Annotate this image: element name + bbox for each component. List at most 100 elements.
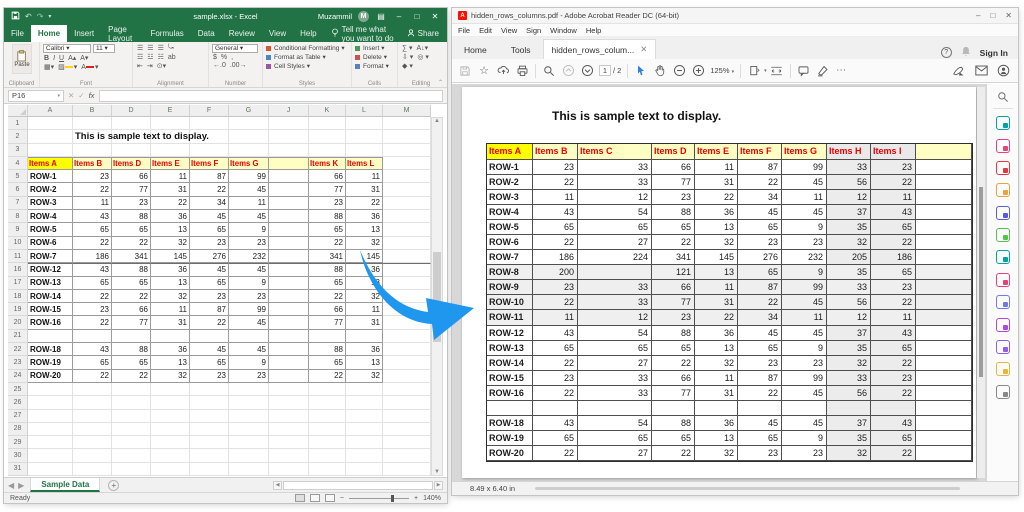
font-color-icon[interactable]: A▾ bbox=[80, 63, 99, 71]
excel-cell[interactable] bbox=[112, 449, 151, 462]
excel-data-cell[interactable]: 31 bbox=[151, 316, 190, 329]
excel-data-cell[interactable]: 36 bbox=[346, 210, 383, 223]
wrap-text-icon[interactable]: ab bbox=[167, 54, 177, 61]
row-number[interactable]: 2 bbox=[8, 130, 28, 143]
close-doc-tab-icon[interactable]: ✕ bbox=[640, 44, 647, 55]
excel-data-cell[interactable]: 13 bbox=[151, 277, 190, 290]
excel-cell[interactable] bbox=[383, 290, 431, 303]
excel-data-cell[interactable]: 22 bbox=[73, 237, 112, 250]
excel-data-cell[interactable]: 11 bbox=[229, 197, 269, 210]
excel-cell[interactable] bbox=[151, 330, 190, 343]
excel-cell[interactable] bbox=[383, 237, 431, 250]
excel-cell[interactable] bbox=[346, 436, 383, 449]
page-layout-view-icon[interactable] bbox=[310, 494, 320, 502]
decimal-decrease-icon[interactable]: .00→ bbox=[229, 62, 248, 69]
menu-view[interactable]: View bbox=[501, 26, 517, 35]
excel-cell[interactable] bbox=[229, 330, 269, 343]
excel-tab-file[interactable]: File bbox=[4, 25, 31, 42]
excel-row-label-cell[interactable]: ROW-1 bbox=[28, 170, 73, 183]
excel-data-cell[interactable]: 23 bbox=[190, 290, 229, 303]
excel-data-cell[interactable]: 13 bbox=[346, 356, 383, 369]
sign-pen-icon[interactable] bbox=[950, 62, 968, 79]
create-pdf-icon[interactable] bbox=[996, 139, 1010, 153]
menu-edit[interactable]: Edit bbox=[479, 26, 492, 35]
excel-tab-help[interactable]: Help bbox=[293, 25, 323, 42]
tab-home[interactable]: Home bbox=[452, 41, 499, 59]
excel-cell[interactable] bbox=[112, 144, 151, 157]
excel-cell[interactable] bbox=[346, 423, 383, 436]
row-number[interactable]: 8 bbox=[8, 210, 28, 223]
excel-cell[interactable] bbox=[383, 316, 431, 329]
excel-data-cell[interactable] bbox=[269, 316, 309, 329]
excel-tab-home[interactable]: Home bbox=[31, 25, 67, 42]
excel-cell[interactable] bbox=[151, 436, 190, 449]
format-as-table-button[interactable]: Format as Table ▾ bbox=[266, 53, 349, 61]
excel-data-cell[interactable]: 341 bbox=[112, 250, 151, 263]
split-pages-icon[interactable] bbox=[996, 385, 1010, 399]
excel-row-label-cell[interactable]: ROW-19 bbox=[28, 356, 73, 369]
excel-data-cell[interactable]: 36 bbox=[151, 343, 190, 356]
excel-data-cell[interactable]: 13 bbox=[151, 223, 190, 236]
excel-data-cell[interactable]: 11 bbox=[346, 303, 383, 316]
excel-cell[interactable] bbox=[383, 343, 431, 356]
organize-pages-icon[interactable] bbox=[996, 228, 1010, 242]
excel-data-cell[interactable]: 9 bbox=[229, 277, 269, 290]
bold-button[interactable]: B bbox=[43, 55, 50, 62]
column-header-E[interactable]: E bbox=[151, 105, 190, 117]
excel-data-cell[interactable]: 22 bbox=[73, 370, 112, 383]
column-header-B[interactable]: B bbox=[73, 105, 112, 117]
excel-data-cell[interactable] bbox=[269, 183, 309, 196]
excel-cell[interactable] bbox=[73, 449, 112, 462]
excel-data-cell[interactable] bbox=[269, 237, 309, 250]
excel-cell[interactable] bbox=[73, 463, 112, 476]
excel-cell[interactable] bbox=[112, 330, 151, 343]
excel-close-button[interactable]: ✕ bbox=[429, 12, 441, 21]
select-tool-icon[interactable] bbox=[632, 62, 650, 79]
excel-data-cell[interactable]: 88 bbox=[112, 263, 151, 276]
star-icon[interactable]: ☆ bbox=[475, 62, 493, 79]
excel-cell[interactable] bbox=[151, 144, 190, 157]
menu-sign[interactable]: Sign bbox=[526, 26, 541, 35]
row-number[interactable]: 3 bbox=[8, 144, 28, 157]
row-number[interactable]: 11 bbox=[8, 250, 28, 263]
action-wizard-icon[interactable] bbox=[996, 362, 1010, 376]
excel-data-cell[interactable]: 11 bbox=[151, 303, 190, 316]
font-grow-icon[interactable]: A▴ bbox=[67, 54, 77, 62]
excel-cell[interactable] bbox=[346, 396, 383, 409]
excel-cell[interactable] bbox=[383, 463, 431, 476]
format-cells-button[interactable]: Format ▾ bbox=[355, 62, 395, 70]
excel-data-cell[interactable]: 22 bbox=[73, 316, 112, 329]
excel-cell[interactable] bbox=[346, 130, 383, 143]
excel-cell[interactable] bbox=[28, 449, 73, 462]
excel-cell[interactable] bbox=[383, 436, 431, 449]
excel-row-label-cell[interactable]: ROW-16 bbox=[28, 316, 73, 329]
excel-tab-review[interactable]: Review bbox=[222, 25, 262, 42]
excel-data-cell[interactable]: 23 bbox=[190, 237, 229, 250]
excel-cell[interactable] bbox=[346, 144, 383, 157]
excel-data-cell[interactable]: 36 bbox=[346, 343, 383, 356]
excel-data-cell[interactable] bbox=[269, 290, 309, 303]
excel-cell[interactable] bbox=[383, 223, 431, 236]
excel-data-cell[interactable]: 22 bbox=[190, 183, 229, 196]
excel-data-cell[interactable]: 45 bbox=[229, 210, 269, 223]
excel-data-cell[interactable]: 9 bbox=[229, 223, 269, 236]
excel-data-cell[interactable] bbox=[269, 197, 309, 210]
excel-data-cell[interactable]: 45 bbox=[229, 316, 269, 329]
excel-vertical-scrollbar[interactable]: ▲▼ bbox=[431, 117, 443, 476]
excel-cell[interactable] bbox=[269, 117, 309, 130]
percent-format-icon[interactable]: % bbox=[220, 54, 228, 61]
excel-cell[interactable] bbox=[383, 170, 431, 183]
excel-row-label-cell[interactable]: ROW-20 bbox=[28, 370, 73, 383]
excel-data-cell[interactable]: 23 bbox=[229, 290, 269, 303]
excel-cell[interactable] bbox=[229, 144, 269, 157]
excel-tab-page-layout[interactable]: Page Layout bbox=[101, 25, 143, 42]
excel-data-cell[interactable]: 22 bbox=[112, 370, 151, 383]
excel-data-cell[interactable]: 88 bbox=[112, 210, 151, 223]
indent-increase-icon[interactable]: ⇥ bbox=[146, 62, 154, 70]
sort-filter-icon[interactable]: A↓▾ bbox=[415, 44, 429, 52]
previous-page-icon[interactable] bbox=[559, 62, 577, 79]
excel-cell[interactable] bbox=[28, 410, 73, 423]
excel-header-cell[interactable]: Items D bbox=[112, 157, 151, 170]
excel-cell[interactable] bbox=[28, 130, 73, 143]
excel-cell[interactable] bbox=[269, 330, 309, 343]
